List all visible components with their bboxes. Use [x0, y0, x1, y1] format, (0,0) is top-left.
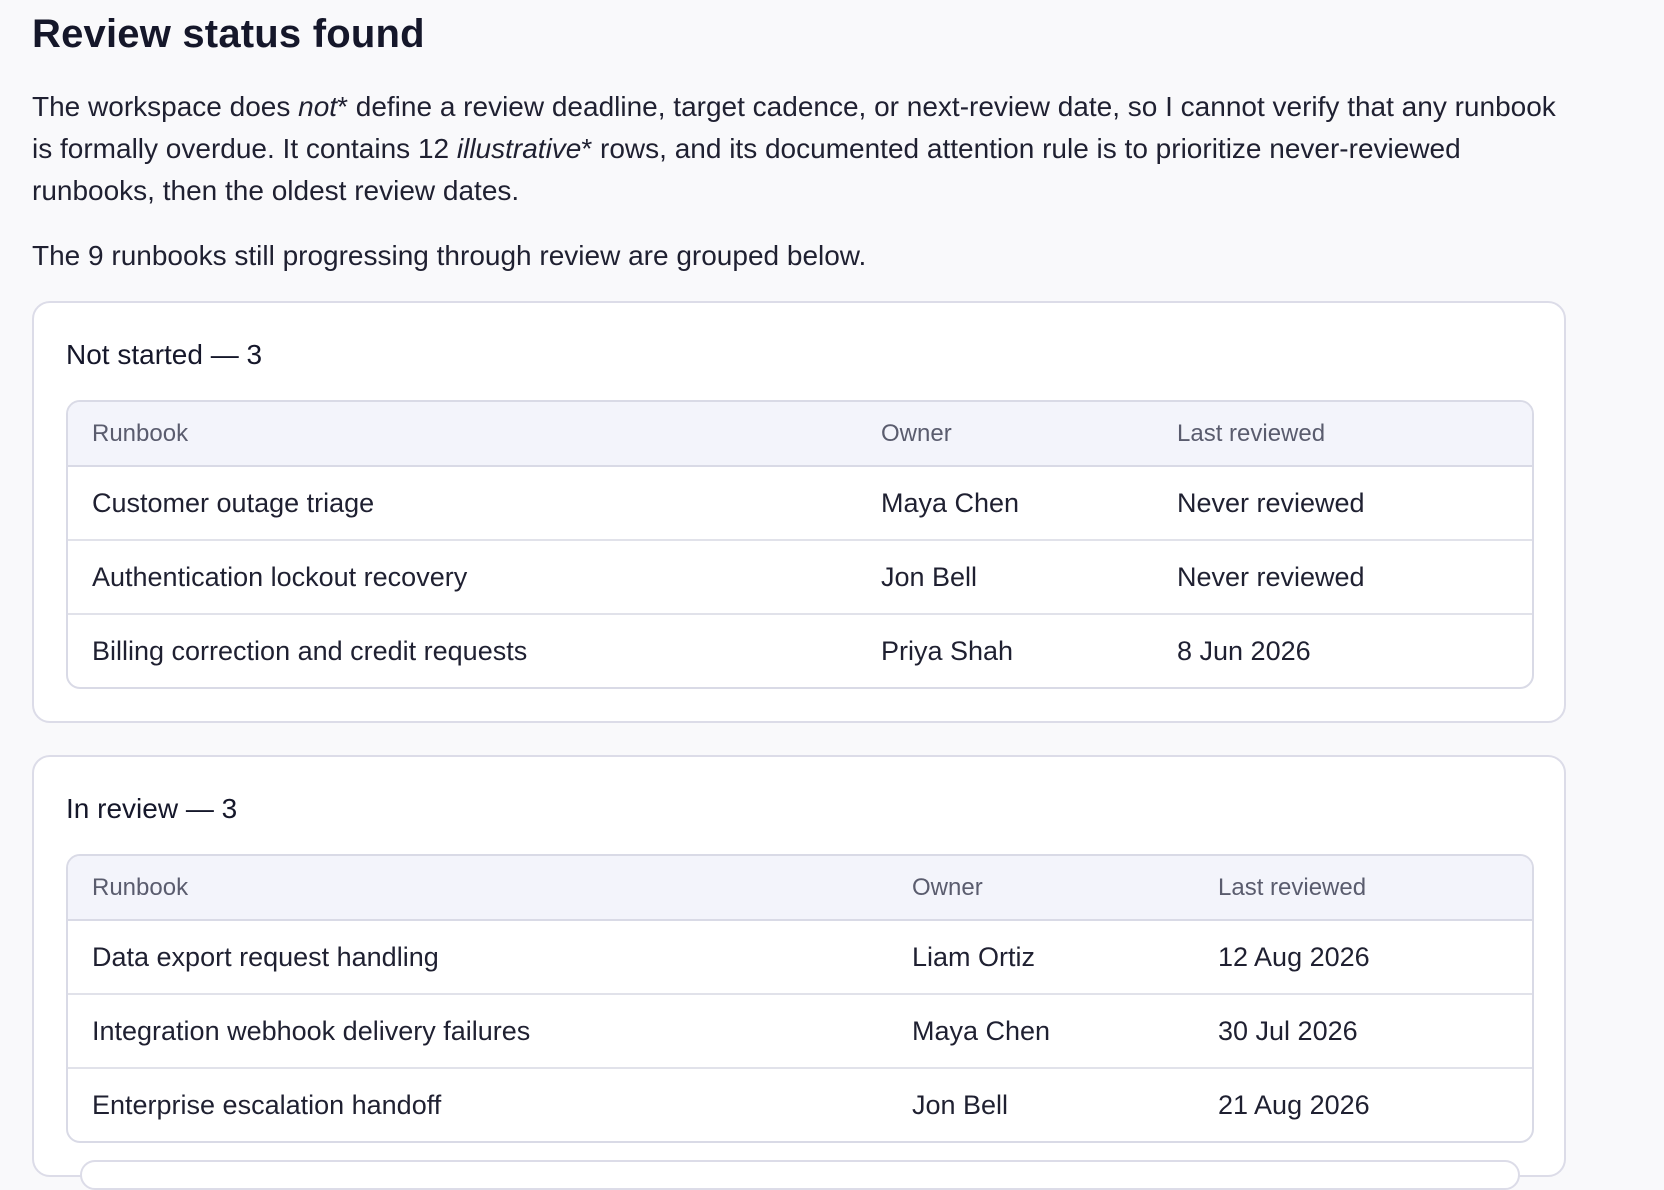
table-row[interactable]: Enterprise escalation handoff Jon Bell 2…	[68, 1068, 1532, 1141]
runbook-cell: Authentication lockout recovery	[68, 540, 857, 615]
group-card-in-review: In review — 3 Runbook Owner Last reviewe…	[32, 755, 1566, 1177]
group-title: Not started — 3	[66, 339, 263, 370]
intro-paragraph: The workspace does not* define a review …	[32, 86, 1572, 212]
table-header-row: Runbook Owner Last reviewed	[68, 856, 1532, 921]
last-reviewed-cell: 30 Jul 2026	[1194, 994, 1532, 1069]
last-reviewed-cell: 8 Jun 2026	[1177, 635, 1311, 666]
intro-emphasis-illustrative: illustrative	[456, 133, 582, 164]
table-row[interactable]: Customer outage triage Maya Chen Never r…	[68, 466, 1532, 541]
owner-cell: Priya Shah	[881, 635, 1014, 666]
owner-cell: Maya Chen	[857, 466, 1153, 541]
summary-text: The 9 runbooks still progressing through…	[32, 240, 867, 271]
intro-emphasis-not: not	[298, 91, 338, 122]
column-header-runbook[interactable]: Runbook	[68, 402, 857, 467]
runbook-cell: Integration webhook delivery failures	[68, 994, 888, 1069]
table-row[interactable]: Authentication lockout recovery Jon Bell…	[68, 540, 1532, 615]
last-reviewed-cell: Never reviewed	[1153, 466, 1532, 541]
runbook-table: Runbook Owner Last reviewed Customer out…	[66, 400, 1534, 689]
runbook-cell: Data export request handling	[68, 920, 888, 995]
table-header-row: Runbook Owner Last reviewed	[68, 402, 1532, 467]
column-header-owner[interactable]: Owner	[888, 856, 1194, 921]
column-header-runbook[interactable]: Runbook	[68, 856, 888, 921]
last-reviewed-cell: 12 Aug 2026	[1194, 920, 1532, 995]
runbook-cell: Customer outage triage	[68, 466, 857, 541]
owner-cell: Jon Bell	[912, 1089, 1009, 1120]
runbook-cell: Billing correction and credit requests	[92, 635, 528, 666]
table-row[interactable]: Integration webhook delivery failures Ma…	[68, 994, 1532, 1069]
runbook-table: Runbook Owner Last reviewed Data export …	[66, 854, 1534, 1143]
column-header-last-reviewed[interactable]: Last reviewed	[1153, 402, 1532, 467]
intro-text-1: The workspace does	[32, 91, 299, 122]
owner-cell: Jon Bell	[857, 540, 1153, 615]
group-title: In review — 3	[66, 793, 238, 824]
owner-cell: Liam Ortiz	[888, 920, 1194, 995]
column-header-last-reviewed[interactable]: Last reviewed	[1194, 856, 1532, 921]
page-title: Review status found	[32, 12, 425, 56]
owner-cell: Maya Chen	[888, 994, 1194, 1069]
runbook-cell: Enterprise escalation handoff	[92, 1089, 442, 1120]
table-row[interactable]: Data export request handling Liam Ortiz …	[68, 920, 1532, 995]
last-reviewed-cell: 21 Aug 2026	[1218, 1089, 1370, 1120]
next-group-card-edge	[80, 1160, 1520, 1190]
group-card-not-started: Not started — 3 Runbook Owner Last revie…	[32, 301, 1566, 723]
table-row[interactable]: Billing correction and credit requests P…	[68, 614, 1532, 687]
column-header-owner[interactable]: Owner	[857, 402, 1153, 467]
last-reviewed-cell: Never reviewed	[1153, 540, 1532, 615]
